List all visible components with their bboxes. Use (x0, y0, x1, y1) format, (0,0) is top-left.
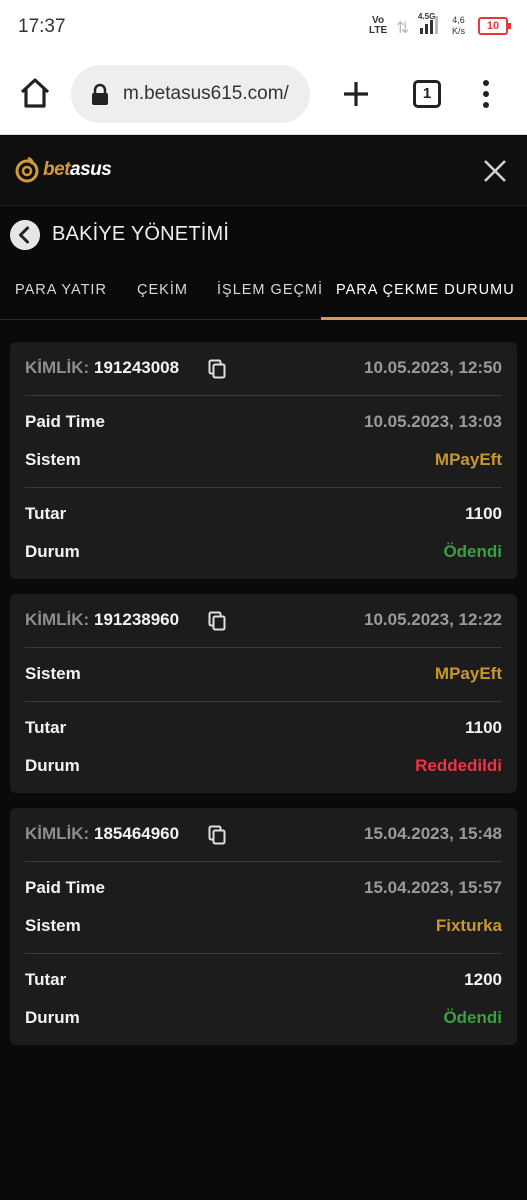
amount-value: 1100 (465, 718, 502, 737)
amount-row: Tutar 1100 (25, 718, 502, 737)
withdrawal-card: KİMLİK: 185464960 15.04.2023, 15:48 Paid… (10, 808, 517, 1045)
status-bar: 17:37 Vo LTE ⇅ 4.5G 4,6 K/s 10 (0, 0, 527, 54)
more-vertical-icon[interactable] (476, 78, 496, 110)
system-value: Fixturka (435, 916, 502, 935)
data-arrows-icon: ⇅ (396, 20, 410, 37)
paid-time-row: Paid Time 10.05.2023, 13:03 (25, 412, 502, 431)
volte-indicator: Vo LTE (369, 15, 388, 36)
status-row: Durum Ödendi (25, 542, 502, 561)
card-id-row: KİMLİK: 191243008 10.05.2023, 12:50 (25, 358, 502, 382)
page-title: BAKİYE YÖNETİMİ (52, 223, 230, 245)
withdrawal-id: 191238960 (94, 610, 180, 629)
withdrawal-date: 10.05.2023, 12:50 (363, 358, 502, 377)
tab-islem-gecmisi[interactable]: İŞLEM GEÇMİ (217, 282, 323, 298)
logo-text: betasus (43, 159, 112, 180)
paid-time-row: Paid Time 15.04.2023, 15:57 (25, 878, 502, 897)
kimlik-label: KİMLİK: (25, 610, 90, 629)
plus-icon[interactable] (340, 78, 372, 110)
logo-icon (15, 156, 39, 183)
status-row: Durum Ödendi (25, 1008, 502, 1027)
kimlik-label: KİMLİK: (25, 358, 90, 377)
withdrawal-id: 185464960 (94, 824, 180, 843)
paid-time-value: 15.04.2023, 15:57 (363, 878, 502, 897)
paid-time-value: 10.05.2023, 13:03 (363, 412, 502, 431)
address-bar[interactable]: m.betasus615.com/ (71, 65, 310, 123)
status-badge: Reddedildi (415, 756, 502, 775)
copy-icon[interactable] (208, 359, 226, 379)
status-time: 17:37 (18, 16, 66, 37)
status-badge: Ödendi (443, 542, 502, 561)
kimlik-label: KİMLİK: (25, 824, 90, 843)
divider (25, 647, 502, 648)
active-tab-indicator (321, 317, 527, 320)
chevron-left-icon[interactable] (10, 220, 40, 250)
card-id-row: KİMLİK: 185464960 15.04.2023, 15:48 (25, 824, 502, 848)
system-row: Sistem Fixturka (25, 916, 502, 935)
divider (25, 395, 502, 396)
section-header: BAKİYE YÖNETİMİ (0, 207, 527, 263)
divider (25, 953, 502, 954)
site-logo[interactable]: betasus (14, 155, 112, 185)
tab-switcher-button[interactable]: 1 (413, 80, 441, 108)
system-row: Sistem MPayEft (25, 450, 502, 469)
withdrawal-card: KİMLİK: 191243008 10.05.2023, 12:50 Paid… (10, 342, 517, 579)
divider (25, 861, 502, 862)
copy-icon[interactable] (208, 825, 226, 845)
system-value: MPayEft (434, 450, 502, 469)
site-header: betasus (0, 136, 527, 206)
copy-icon[interactable] (208, 611, 226, 631)
withdrawal-date: 15.04.2023, 15:48 (363, 824, 502, 843)
card-id-row: KİMLİK: 191238960 10.05.2023, 12:22 (25, 610, 502, 634)
system-value: MPayEft (434, 664, 502, 683)
divider (25, 701, 502, 702)
withdrawal-date: 10.05.2023, 12:22 (363, 610, 502, 629)
status-row: Durum Reddedildi (25, 756, 502, 775)
divider (25, 487, 502, 488)
network-type: 4.5G (418, 12, 436, 21)
amount-value: 1100 (465, 504, 502, 523)
tab-para-cekme-durumu[interactable]: PARA ÇEKME DURUMU (336, 282, 515, 298)
browser-toolbar: m.betasus615.com/ 1 (0, 54, 527, 135)
lock-icon (92, 83, 108, 105)
status-badge: Ödendi (443, 1008, 502, 1027)
tab-bar: PARA YATIR ÇEKİM İŞLEM GEÇMİ PARA ÇEKME … (0, 264, 527, 320)
withdrawal-card: KİMLİK: 191238960 10.05.2023, 12:22 Sist… (10, 594, 517, 793)
tab-para-yatir[interactable]: PARA YATIR (15, 282, 107, 298)
amount-row: Tutar 1200 (25, 970, 502, 989)
battery-icon: 10 (478, 17, 511, 35)
tab-cekim[interactable]: ÇEKİM (137, 282, 188, 298)
home-icon[interactable] (18, 76, 52, 110)
close-icon[interactable] (482, 158, 508, 184)
url-text[interactable]: m.betasus615.com/ (123, 83, 289, 105)
withdrawal-id: 191243008 (94, 358, 180, 377)
network-speed: 4,6 K/s (452, 15, 466, 36)
amount-row: Tutar 1100 (25, 504, 502, 523)
amount-value: 1200 (464, 970, 502, 989)
system-row: Sistem MPayEft (25, 664, 502, 683)
